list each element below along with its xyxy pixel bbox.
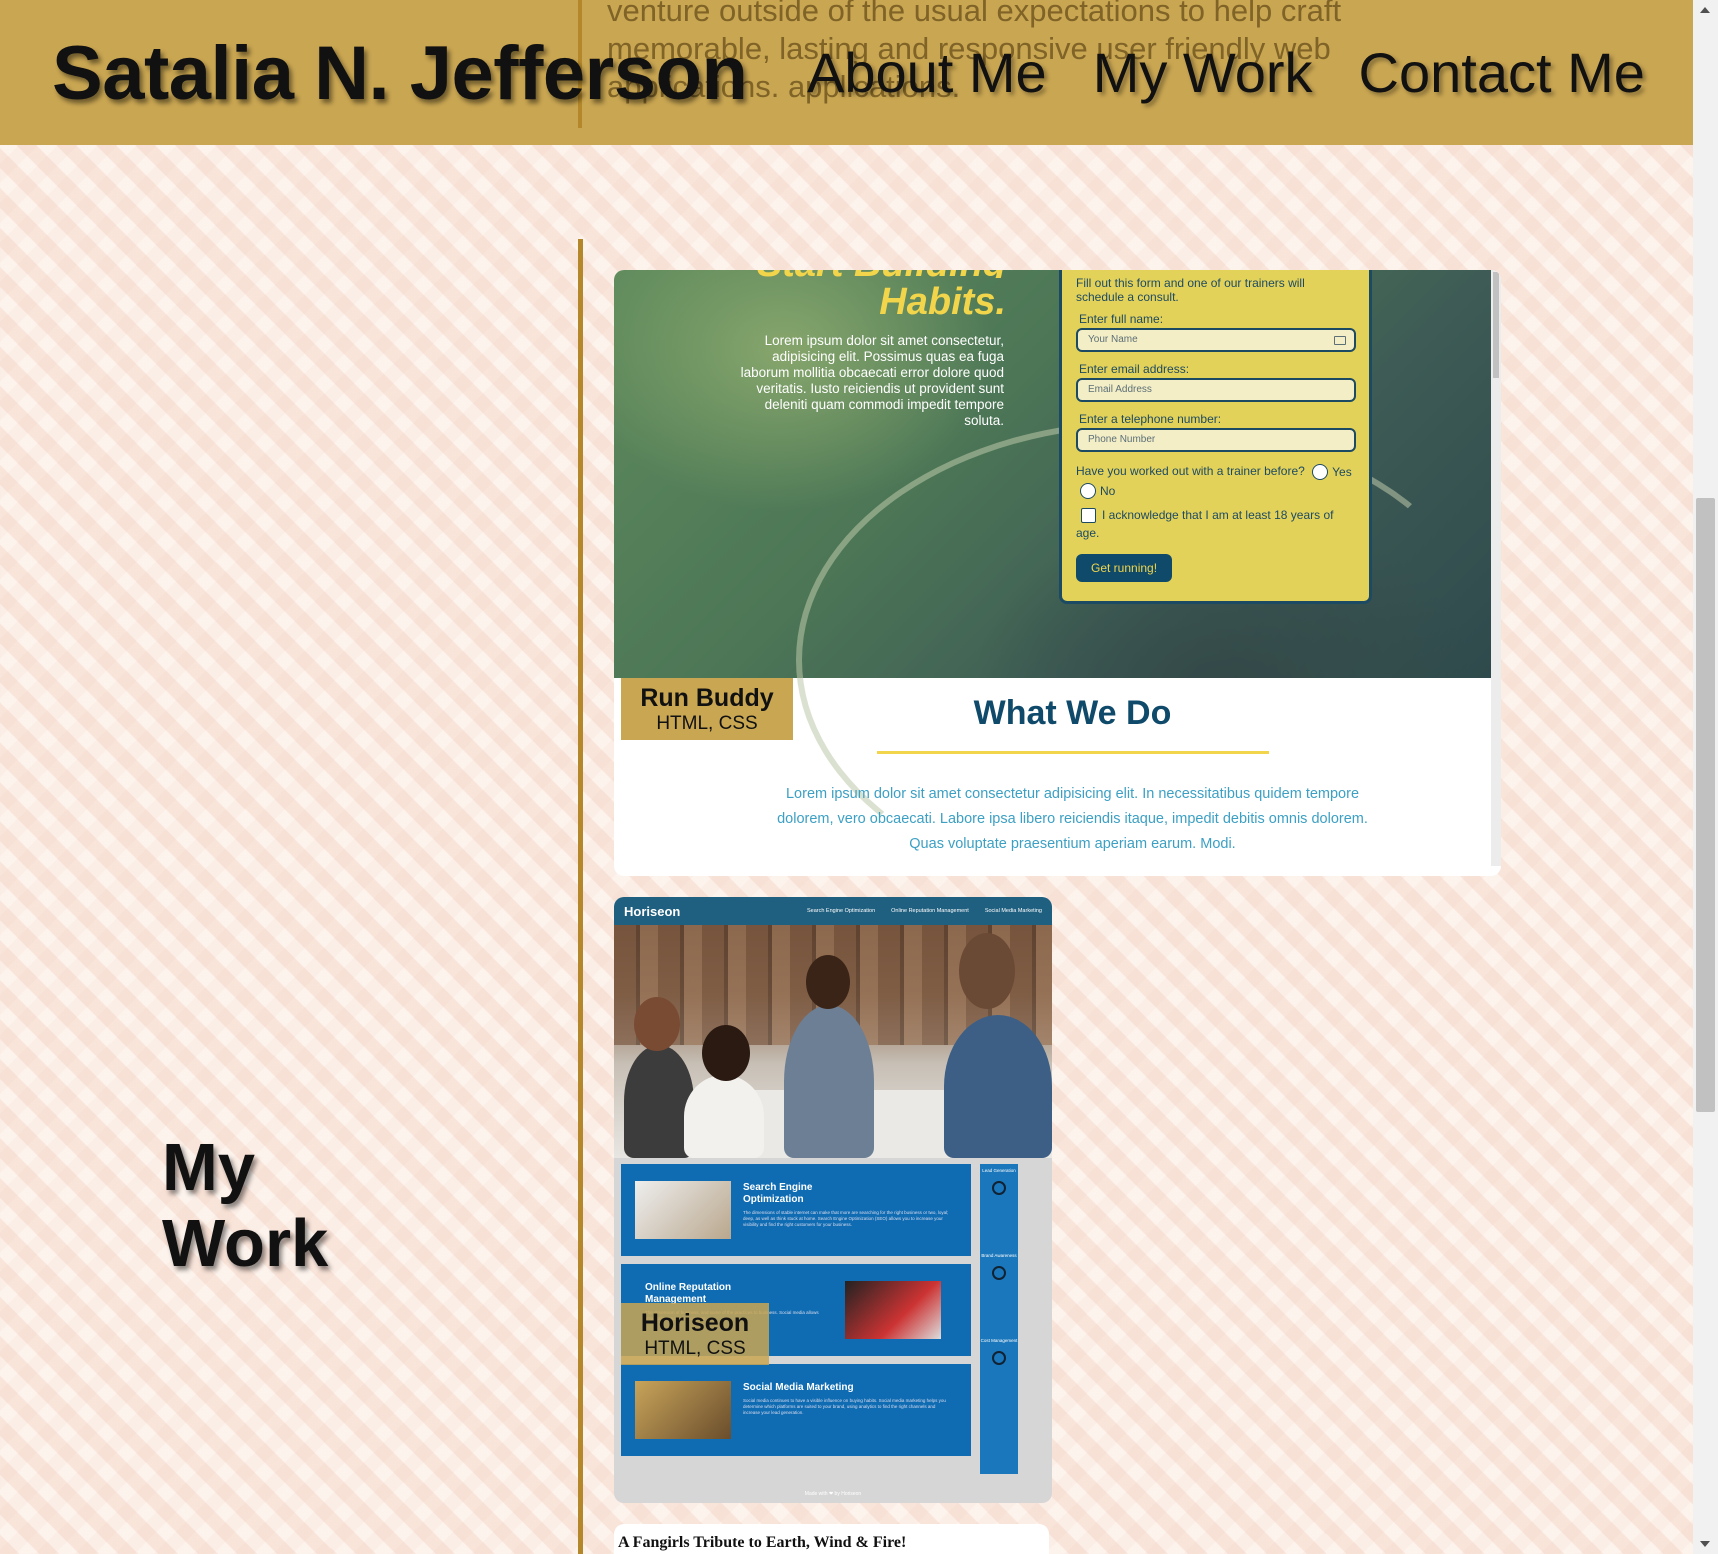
run-buddy-hero-image: Start Building Habits. Lorem ipsum dolor… bbox=[614, 270, 1496, 876]
section-title-line1: My bbox=[162, 1130, 256, 1205]
social-thumbnail bbox=[635, 1381, 731, 1439]
name-field[interactable]: Your Name bbox=[1076, 328, 1356, 352]
project-name: Horiseon bbox=[640, 1309, 750, 1337]
no-radio[interactable] bbox=[1080, 482, 1096, 499]
person-shape bbox=[684, 1075, 764, 1158]
main-nav: About Me My Work Contact Me bbox=[807, 40, 1645, 105]
contact-card-icon bbox=[1334, 336, 1346, 345]
ack-text: I acknowledge that I am at least 18 year… bbox=[1076, 507, 1334, 540]
broadcast-icon bbox=[992, 1266, 1006, 1280]
social-text: Social media continues to have a visible… bbox=[743, 1398, 946, 1415]
hero-text: Lorem ipsum dolor sit amet consectetur, … bbox=[740, 333, 1004, 428]
yes-radio[interactable] bbox=[1312, 463, 1329, 480]
what-we-do-text: Lorem ipsum dolor sit amet consectetur a… bbox=[777, 786, 1368, 852]
horiseon-social-box: Social Media Marketing Social media cont… bbox=[621, 1364, 971, 1456]
site-header: venture outside of the usual expectation… bbox=[0, 0, 1693, 145]
project-card-run-buddy[interactable]: Start Building Habits. Lorem ipsum dolor… bbox=[614, 270, 1501, 876]
email-placeholder: Email Address bbox=[1088, 384, 1152, 395]
seo-text: The dimensions of stable internet can ma… bbox=[743, 1210, 949, 1227]
trainer-question: Have you worked out with a trainer befor… bbox=[1076, 462, 1355, 500]
headline-main: Habits. bbox=[879, 281, 1006, 323]
horiseon-footer: Made with ❤ by Horiseon bbox=[804, 1491, 862, 1497]
seo-thumbnail bbox=[635, 1181, 731, 1239]
project-tech: HTML, CSS bbox=[656, 713, 758, 734]
side-heading: Brand Awareness bbox=[981, 1253, 1017, 1258]
nav-my-work[interactable]: My Work bbox=[1093, 40, 1313, 105]
seo-title: Search Engine Optimization bbox=[743, 1182, 813, 1205]
reputation-thumbnail bbox=[845, 1281, 941, 1339]
consult-form: Fill out this form and one of our traine… bbox=[1059, 270, 1372, 604]
nav-contact-me[interactable]: Contact Me bbox=[1359, 40, 1645, 105]
horiseon-hero-photo bbox=[614, 925, 1052, 1158]
person-shape bbox=[944, 1015, 1052, 1158]
phone-field[interactable]: Phone Number bbox=[1076, 428, 1356, 452]
side-spacer bbox=[980, 1203, 1018, 1253]
name-placeholder: Your Name bbox=[1088, 334, 1138, 345]
get-running-button[interactable]: Get running! bbox=[1076, 553, 1173, 582]
form-intro: Fill out this form and one of our traine… bbox=[1076, 276, 1305, 304]
project-label-horiseon[interactable]: Horiseon HTML, CSS bbox=[621, 1303, 769, 1365]
social-title: Social Media Marketing bbox=[743, 1382, 854, 1393]
age-checkbox[interactable] bbox=[1081, 507, 1096, 523]
side-heading: Lead Generation bbox=[982, 1168, 1016, 1173]
person-head bbox=[806, 955, 850, 1009]
horiseon-seo-box: Search Engine Optimization The dimension… bbox=[621, 1164, 971, 1256]
project-card-earth-wind-fire[interactable]: A Fangirls Tribute to Earth, Wind & Fire… bbox=[614, 1524, 1049, 1554]
person-head bbox=[702, 1025, 750, 1081]
site-name[interactable]: Satalia N. Jefferson bbox=[52, 30, 748, 117]
person-shape bbox=[784, 1005, 874, 1158]
email-label: Enter email address: bbox=[1079, 362, 1190, 376]
yes-label: Yes bbox=[1332, 464, 1352, 479]
section-title-line2: Work bbox=[162, 1206, 329, 1281]
project-label-run-buddy[interactable]: Run Buddy HTML, CSS bbox=[621, 678, 793, 740]
horiseon-link: Online Reputation Management bbox=[891, 908, 969, 914]
run-buddy-headline: Start Building Habits. bbox=[757, 270, 1006, 326]
nav-about-me[interactable]: About Me bbox=[807, 40, 1047, 105]
side-spacer bbox=[980, 1288, 1018, 1338]
scroll-up-arrow-icon[interactable] bbox=[1700, 7, 1710, 13]
person-head bbox=[959, 933, 1015, 1009]
page-scrollbar-thumb[interactable] bbox=[1696, 498, 1715, 1112]
horiseon-links: Search Engine Optimization Online Reputa… bbox=[807, 908, 1042, 914]
side-heading: Cost Management bbox=[980, 1338, 1018, 1343]
phone-placeholder: Phone Number bbox=[1088, 434, 1156, 445]
scroll-down-arrow-icon[interactable] bbox=[1700, 1541, 1710, 1547]
person-head bbox=[634, 997, 680, 1051]
preview-scrollbar[interactable] bbox=[1491, 270, 1501, 866]
preview-scrollbar-thumb[interactable] bbox=[1493, 272, 1499, 378]
no-label: No bbox=[1100, 483, 1116, 498]
project-card-horiseon[interactable]: Horiseon Search Engine Optimization Onli… bbox=[614, 897, 1052, 1503]
phone-label: Enter a telephone number: bbox=[1079, 412, 1222, 426]
project-tech: HTML, CSS bbox=[644, 1338, 746, 1359]
project-name: Run Buddy bbox=[640, 684, 774, 712]
horiseon-link: Social Media Marketing bbox=[984, 908, 1042, 914]
horiseon-sidebar: Lead Generation Brand Awareness Cost Man… bbox=[980, 1164, 1018, 1474]
email-field[interactable]: Email Address bbox=[1076, 378, 1356, 402]
section-title: My Work bbox=[162, 1130, 328, 1282]
lightbulb-icon bbox=[992, 1181, 1006, 1195]
question-text: Have you worked out with a trainer befor… bbox=[1076, 464, 1305, 478]
project-preview-title: A Fangirls Tribute to Earth, Wind & Fire… bbox=[618, 1534, 907, 1551]
horiseon-link: Search Engine Optimization bbox=[806, 908, 876, 914]
title-underline bbox=[876, 751, 1269, 754]
section-divider bbox=[578, 239, 583, 1554]
page-scrollbar[interactable] bbox=[1693, 0, 1718, 1554]
horiseon-logo: Horiseon bbox=[624, 903, 681, 919]
name-label: Enter full name: bbox=[1079, 312, 1164, 326]
horiseon-nav: Horiseon Search Engine Optimization Onli… bbox=[614, 897, 1052, 925]
age-acknowledgement: I acknowledge that I am at least 18 year… bbox=[1076, 506, 1355, 542]
headline-cut-line: Start Building bbox=[757, 270, 1006, 278]
gears-icon bbox=[992, 1351, 1006, 1365]
